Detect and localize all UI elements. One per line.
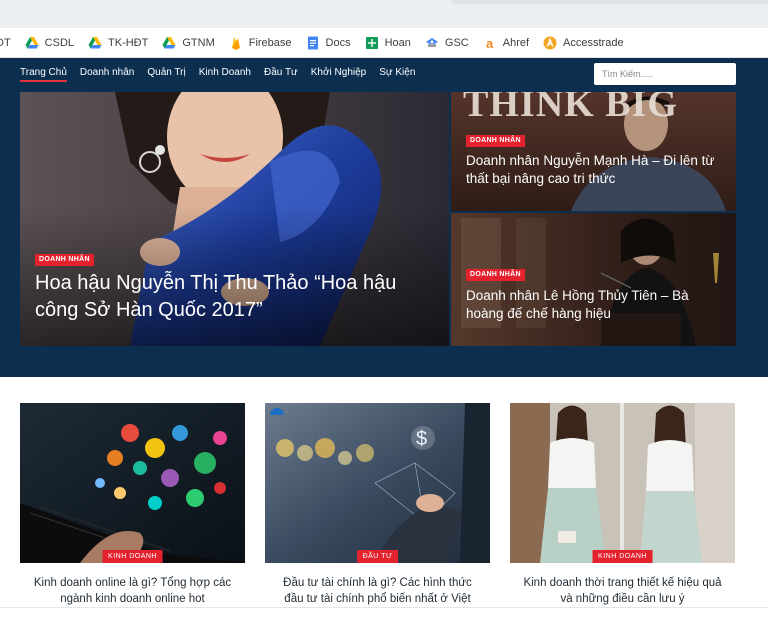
- article-thumbnail[interactable]: [510, 403, 735, 563]
- nav-item-trang-chu[interactable]: Trang Chủ: [20, 58, 67, 88]
- svg-text:a: a: [486, 36, 494, 50]
- bookmark-label: Firebase: [248, 36, 292, 49]
- bookmark-label: GTNM: [182, 36, 215, 49]
- article-thumbnail[interactable]: [20, 403, 245, 563]
- bookmark-label: Ahref: [502, 36, 530, 49]
- article-title[interactable]: Kinh doanh thời trang thiết kế hiệu quả …: [510, 575, 735, 607]
- article-card[interactable]: KINH DOANH Kinh doanh thời trang thiết k…: [510, 403, 735, 619]
- google-docs-icon: [306, 36, 320, 50]
- google-drive-icon: [25, 36, 39, 50]
- firebase-icon: [229, 36, 243, 50]
- search-input[interactable]: [594, 63, 736, 85]
- bookmark-label: TK-HĐT: [108, 36, 149, 49]
- bookmark-csdl[interactable]: CSDL: [18, 28, 81, 57]
- bookmark-dt[interactable]: DT: [0, 28, 18, 57]
- article-card[interactable]: $ ĐẦU TƯ Đầu tư tài chính là gì? Các hìn…: [265, 403, 490, 619]
- article-title[interactable]: Kinh doanh online là gì? Tổng hợp các ng…: [20, 575, 245, 607]
- bookmark-tk-hdt[interactable]: TK-HĐT: [81, 28, 155, 57]
- think-big-sign: THINK BIG: [463, 92, 678, 125]
- google-drive-icon: [162, 36, 176, 50]
- nav-item-dau-tu[interactable]: Đầu Tư: [264, 58, 298, 88]
- ahrefs-icon: a: [483, 36, 497, 51]
- bookmark-label: GSC: [444, 36, 469, 49]
- nav-item-khoi-nghiep[interactable]: Khởi Nghiệp: [311, 58, 366, 88]
- featured-main-article[interactable]: DOANH NHÂN Hoa hậu Nguyễn Thị Thu Thảo “…: [20, 92, 449, 346]
- bookmark-firebase[interactable]: Firebase: [222, 28, 299, 57]
- bookmark-accesstrade[interactable]: Accesstrade: [536, 28, 631, 57]
- bookmark-ahref[interactable]: a Ahref: [476, 28, 536, 57]
- featured-side-title-2[interactable]: Doanh nhân Lê Hồng Thủy Tiên – Bà hoàng …: [466, 287, 726, 323]
- online-business-image: [20, 403, 245, 563]
- featured-side-article-2[interactable]: DOANH NHÂN Doanh nhân Lê Hồng Thủy Tiên …: [451, 213, 736, 346]
- bookmark-hoan[interactable]: Hoan: [358, 28, 418, 57]
- google-drive-icon: [88, 36, 102, 50]
- article-card[interactable]: KINH DOANH Kinh doanh online là gì? Tổng…: [20, 403, 245, 619]
- svg-text:$: $: [416, 428, 427, 450]
- featured-side-article-1[interactable]: THINK BIG DOANH NHÂN Doanh nhân Nguyễn M…: [451, 92, 736, 211]
- category-badge[interactable]: DOANH NHÂN: [466, 269, 525, 281]
- featured-side-title-1[interactable]: Doanh nhân Nguyễn Mạnh Hà – Đi lên từ th…: [466, 152, 726, 188]
- bookmark-label: DT: [0, 36, 11, 49]
- bookmark-label: Docs: [325, 36, 351, 49]
- category-badge[interactable]: DOANH NHÂN: [35, 254, 94, 266]
- browser-tab-strip: [452, 0, 768, 4]
- bookmark-docs[interactable]: Docs: [299, 28, 358, 57]
- bookmark-label: CSDL: [44, 36, 75, 49]
- nav-menu: Trang Chủ Doanh nhân Quản Trị Kinh Doanh…: [20, 58, 428, 88]
- category-badge[interactable]: DOANH NHÂN: [466, 135, 525, 147]
- bookmark-label: Hoan: [384, 36, 411, 49]
- nav-item-su-kien[interactable]: Sự Kiện: [379, 58, 415, 88]
- nav-item-quan-tri[interactable]: Quản Trị: [147, 58, 185, 88]
- bookmark-label: Accesstrade: [563, 36, 624, 49]
- divider: [0, 607, 768, 608]
- article-thumbnail[interactable]: $: [265, 403, 490, 563]
- accesstrade-icon: [543, 36, 557, 50]
- nav-item-doanh-nhan[interactable]: Doanh nhân: [80, 58, 135, 88]
- bookmark-gtnm[interactable]: GTNM: [155, 28, 221, 57]
- search-console-icon: [425, 36, 439, 50]
- browser-titlebar: [0, 0, 768, 28]
- google-sheets-icon: [365, 36, 379, 50]
- bookmarks-bar: DT CSDL TK-HĐT GTNM Firebase Docs Hoan: [0, 28, 768, 58]
- fashion-business-image: [510, 403, 735, 563]
- financial-investment-image: $: [265, 403, 490, 563]
- nav-item-kinh-doanh[interactable]: Kinh Doanh: [199, 58, 251, 88]
- category-badge[interactable]: KINH DOANH: [102, 550, 163, 563]
- featured-main-title[interactable]: Hoa hậu Nguyễn Thị Thu Thảo “Hoa hậu côn…: [35, 270, 430, 324]
- article-title[interactable]: Đầu tư tài chính là gì? Các hình thức đầ…: [265, 575, 490, 607]
- category-badge[interactable]: KINH DOANH: [592, 550, 653, 563]
- bookmark-gsc[interactable]: GSC: [418, 28, 476, 57]
- category-badge[interactable]: ĐẦU TƯ: [356, 550, 399, 563]
